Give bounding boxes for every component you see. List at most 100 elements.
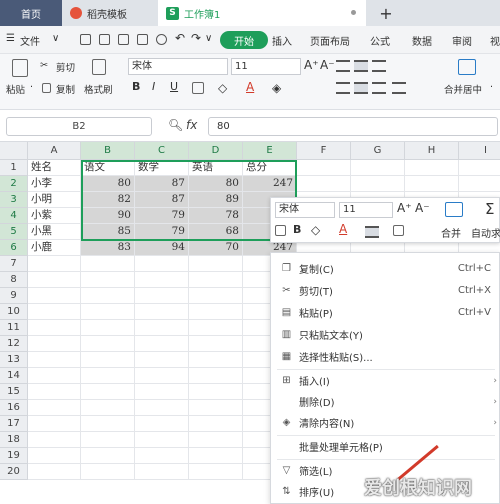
- merge-icon[interactable]: [458, 59, 476, 75]
- underline-button[interactable]: U: [170, 80, 178, 93]
- print-icon[interactable]: [118, 34, 129, 45]
- table-cell[interactable]: [189, 288, 243, 304]
- undo-icon[interactable]: ↶: [175, 31, 185, 45]
- table-cell[interactable]: [28, 384, 81, 400]
- sigma-icon[interactable]: Σ: [485, 200, 494, 218]
- preview-icon[interactable]: [137, 34, 148, 45]
- row-header[interactable]: 9: [0, 288, 28, 304]
- table-cell[interactable]: 70: [189, 240, 243, 256]
- table-cell[interactable]: [81, 464, 135, 480]
- column-header[interactable]: A: [28, 142, 81, 160]
- table-cell[interactable]: 总分: [243, 160, 297, 176]
- tab-docer[interactable]: 稻壳模板: [62, 0, 158, 26]
- table-cell[interactable]: [28, 432, 81, 448]
- ctx-paste-text[interactable]: ▥ 只粘贴文本(Y): [271, 324, 500, 345]
- table-cell[interactable]: [135, 288, 189, 304]
- table-cell[interactable]: 小明: [28, 192, 81, 208]
- mini-align-center-icon[interactable]: [365, 226, 379, 238]
- table-cell[interactable]: 85: [81, 224, 135, 240]
- table-cell[interactable]: [135, 352, 189, 368]
- menu-view[interactable]: 视: [490, 33, 500, 48]
- table-cell[interactable]: [28, 256, 81, 272]
- font-color-icon[interactable]: A: [246, 80, 254, 94]
- table-cell[interactable]: [135, 304, 189, 320]
- zoom-icon[interactable]: 🔍︎: [168, 118, 183, 132]
- ctx-batch[interactable]: 批量处理单元格(P): [271, 436, 500, 457]
- paste-icon[interactable]: [12, 59, 28, 77]
- table-cell[interactable]: 小黑: [28, 224, 81, 240]
- ctx-cut[interactable]: ✂ 剪切(T) Ctrl+X: [271, 280, 500, 301]
- chevron-down-icon[interactable]: ∨: [52, 33, 59, 44]
- row-header[interactable]: 10: [0, 304, 28, 320]
- menu-formula[interactable]: 公式: [370, 33, 390, 48]
- table-cell[interactable]: [81, 448, 135, 464]
- table-cell[interactable]: 68: [189, 224, 243, 240]
- save-icon[interactable]: [80, 34, 91, 45]
- table-cell[interactable]: [189, 336, 243, 352]
- ctx-paste[interactable]: ▤ 粘贴(P) Ctrl+V: [271, 302, 500, 323]
- row-header[interactable]: 16: [0, 400, 28, 416]
- row-header[interactable]: 2: [0, 176, 28, 192]
- row-header[interactable]: 12: [0, 336, 28, 352]
- table-cell[interactable]: 87: [135, 192, 189, 208]
- mini-format-icon[interactable]: [393, 225, 404, 236]
- table-cell[interactable]: [81, 336, 135, 352]
- font-grow-icon[interactable]: A⁺: [397, 201, 412, 215]
- table-cell[interactable]: [28, 272, 81, 288]
- table-cell[interactable]: 90: [81, 208, 135, 224]
- row-header[interactable]: 18: [0, 432, 28, 448]
- row-header[interactable]: 4: [0, 208, 28, 224]
- mini-font-name-select[interactable]: 宋体: [275, 202, 335, 218]
- format-painter-button[interactable]: 格式刷: [84, 82, 113, 96]
- table-cell[interactable]: [28, 464, 81, 480]
- export-icon[interactable]: [99, 34, 110, 45]
- row-header[interactable]: 17: [0, 416, 28, 432]
- align-bottom-icon[interactable]: [372, 60, 386, 72]
- table-cell[interactable]: [81, 384, 135, 400]
- menu-review[interactable]: 审阅: [452, 33, 472, 48]
- row-header[interactable]: 1: [0, 160, 28, 176]
- bold-button[interactable]: B: [132, 80, 140, 93]
- column-header[interactable]: I: [459, 142, 500, 160]
- row-header[interactable]: 7: [0, 256, 28, 272]
- table-cell[interactable]: [81, 368, 135, 384]
- table-cell[interactable]: [81, 352, 135, 368]
- table-cell[interactable]: [81, 256, 135, 272]
- table-cell[interactable]: [351, 176, 405, 192]
- table-cell[interactable]: 78: [189, 208, 243, 224]
- table-cell[interactable]: [189, 432, 243, 448]
- row-header[interactable]: 15: [0, 384, 28, 400]
- table-cell[interactable]: [28, 320, 81, 336]
- table-cell[interactable]: [135, 384, 189, 400]
- table-cell[interactable]: [189, 448, 243, 464]
- table-cell[interactable]: [81, 272, 135, 288]
- table-cell[interactable]: [459, 176, 500, 192]
- table-cell[interactable]: [135, 432, 189, 448]
- table-cell[interactable]: 语文: [81, 160, 135, 176]
- chevron-down-icon[interactable]: ∨: [205, 33, 212, 44]
- table-cell[interactable]: [189, 272, 243, 288]
- table-cell[interactable]: 82: [81, 192, 135, 208]
- column-header[interactable]: E: [243, 142, 297, 160]
- table-cell[interactable]: 数学: [135, 160, 189, 176]
- align-right-icon[interactable]: [372, 82, 386, 94]
- redo-icon[interactable]: ↷: [191, 31, 201, 45]
- align-center-icon[interactable]: [354, 82, 368, 94]
- table-cell[interactable]: [189, 352, 243, 368]
- table-cell[interactable]: [189, 368, 243, 384]
- table-cell[interactable]: [189, 400, 243, 416]
- table-cell[interactable]: [135, 256, 189, 272]
- row-header[interactable]: 5: [0, 224, 28, 240]
- table-cell[interactable]: 89: [189, 192, 243, 208]
- mini-font-color-icon[interactable]: A: [339, 222, 347, 236]
- table-cell[interactable]: [135, 336, 189, 352]
- ctx-clear[interactable]: ◈ 清除内容(N) ›: [271, 412, 500, 433]
- ctx-delete[interactable]: 删除(D) ›: [271, 391, 500, 412]
- table-cell[interactable]: 80: [189, 176, 243, 192]
- table-cell[interactable]: [28, 448, 81, 464]
- border-icon[interactable]: [192, 82, 204, 94]
- justify-icon[interactable]: [392, 82, 406, 94]
- font-name-select[interactable]: 宋体: [128, 58, 228, 75]
- table-cell[interactable]: [135, 464, 189, 480]
- name-box[interactable]: B2: [6, 117, 152, 136]
